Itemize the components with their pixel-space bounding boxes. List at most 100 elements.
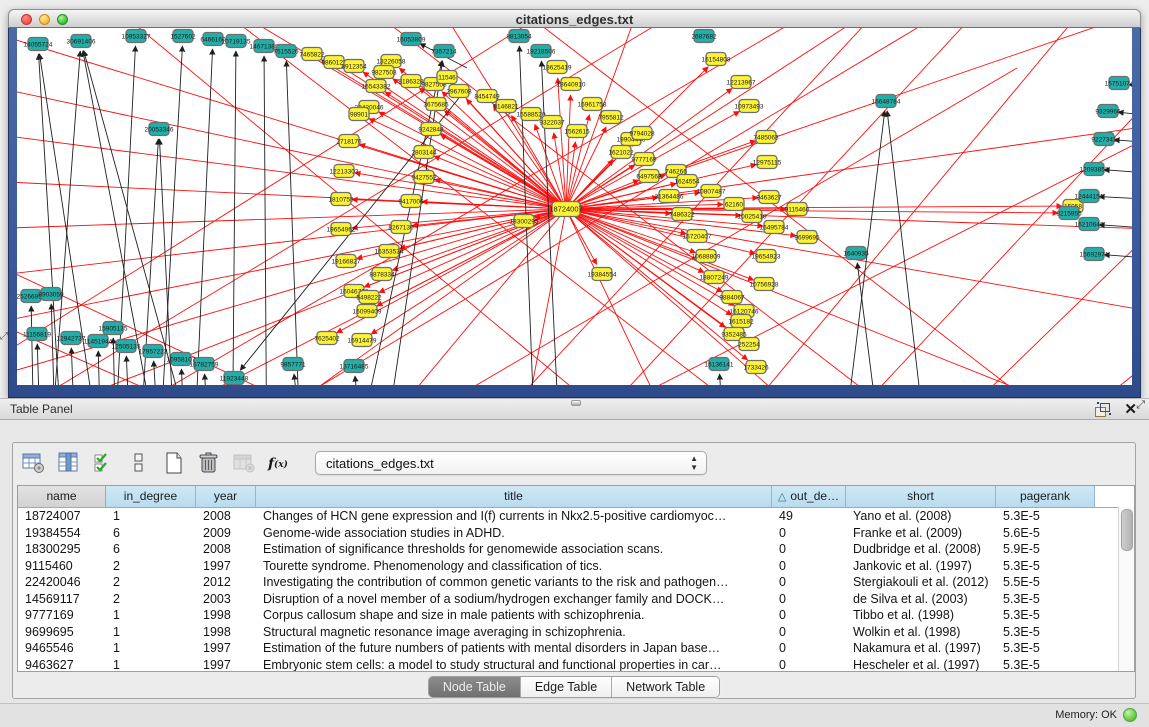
graph-node[interactable]: 12213967 (727, 76, 756, 89)
table-cell[interactable]: 5.3E-5 (996, 558, 1095, 575)
table-cell[interactable]: Disruption of a novel member of a sodium… (256, 591, 772, 608)
graph-node[interactable]: 9115460 (785, 203, 810, 216)
graph-node[interactable]: 13716485 (340, 360, 369, 373)
show-columns-button[interactable] (56, 450, 82, 476)
graph-node[interactable]: 8813054 (506, 30, 532, 43)
graph-node[interactable]: 9857771 (280, 358, 306, 371)
table-selector[interactable]: citations_edges.txt ▲▼ (315, 451, 707, 475)
memory-ok-indicator[interactable] (1123, 708, 1137, 722)
graph-node[interactable]: 7515526 (273, 45, 299, 58)
table-cell[interactable]: Tibbo et al. (1998) (846, 607, 996, 624)
graph-node[interactable]: 16053809 (397, 33, 426, 46)
table-cell[interactable]: Dudbridge et al. (2008) (846, 541, 996, 558)
table-row[interactable]: 946554611997Estimation of the future num… (18, 640, 1134, 657)
table-row[interactable]: 969969511998Structural magnetic resonanc… (18, 624, 1134, 641)
table-cell[interactable]: 0 (772, 541, 846, 558)
row-height-button[interactable] (126, 450, 152, 476)
table-cell[interactable]: 9699695 (18, 624, 106, 641)
graph-node[interactable]: 1733426 (743, 361, 769, 374)
table-cell[interactable]: de Silva et al. (2003) (846, 591, 996, 608)
graph-node[interactable]: 30691406 (67, 35, 96, 48)
table-cell[interactable]: 22420046 (18, 574, 106, 591)
graph-node[interactable]: 18640910 (557, 78, 586, 91)
table-cell[interactable]: Jankovic et al. (1997) (846, 558, 996, 575)
graph-node[interactable]: 9242848 (418, 123, 444, 136)
table-cell[interactable]: 1997 (196, 640, 256, 657)
graph-node[interactable]: 1640935 (843, 247, 869, 260)
node-table-tab[interactable]: Node Table (429, 677, 521, 697)
column-header-year[interactable]: year (196, 486, 256, 507)
table-cell[interactable]: 2003 (196, 591, 256, 608)
column-header-indegree[interactable]: in_degree (106, 486, 196, 507)
graph-node[interactable]: 8903059 (38, 288, 64, 301)
column-header-title[interactable]: title (256, 486, 772, 507)
function-builder-button[interactable]: f(x) (266, 450, 292, 476)
graph-node[interactable]: 9427552 (411, 171, 437, 184)
table-cell[interactable]: Corpus callosum shape and size in male p… (256, 607, 772, 624)
table-cell[interactable]: 1 (106, 624, 196, 641)
graph-node[interactable]: 16099409 (353, 305, 382, 318)
table-cell[interactable]: Investigating the contribution of common… (256, 574, 772, 591)
table-row[interactable]: 977716911998Corpus callosum shape and si… (18, 607, 1134, 624)
graph-node[interactable]: 10756928 (750, 278, 779, 291)
graph-node[interactable]: 11156819 (23, 328, 51, 341)
graph-node[interactable]: 62160 (724, 198, 744, 211)
network-canvas[interactable]: 1872400774658229860123891235413226058982… (17, 28, 1132, 385)
table-cell[interactable]: 19384554 (18, 525, 106, 542)
table-cell[interactable]: 5.3E-5 (996, 640, 1095, 657)
table-row[interactable]: 1456911722003Disruption of a novel membe… (18, 591, 1134, 608)
graph-node[interactable]: 12505135 (112, 340, 141, 353)
graph-node[interactable]: 12942737 (57, 332, 86, 345)
graph-node[interactable]: 9777169 (631, 153, 657, 166)
graph-node[interactable]: 7625402 (314, 332, 340, 345)
graph-node[interactable]: 15692971 (1080, 248, 1109, 261)
table-cell[interactable]: 5.3E-5 (996, 508, 1095, 525)
table-row[interactable]: 1872400712008Changes of HCN gene express… (18, 508, 1134, 525)
table-cell[interactable]: 9463627 (18, 657, 106, 673)
graph-node[interactable]: 3675685 (423, 98, 449, 111)
graph-node[interactable]: 9884067 (719, 291, 745, 304)
table-cell[interactable]: 5.3E-5 (996, 624, 1095, 641)
table-cell[interactable]: Estimation of significance thresholds fo… (256, 541, 772, 558)
table-cell[interactable]: 1997 (196, 657, 256, 673)
table-cell[interactable]: 18724007 (18, 508, 106, 525)
graph-node[interactable]: 12093852 (1080, 163, 1109, 176)
graph-node[interactable]: 7486322 (669, 208, 695, 221)
graph-node[interactable]: 19218506 (527, 45, 556, 58)
float-panel-icon[interactable] (1095, 402, 1111, 417)
table-cell[interactable]: 18300295 (18, 541, 106, 558)
citation-graph[interactable]: 1872400774658229860123891235413226058982… (17, 28, 1132, 385)
graph-node[interactable]: 12444151 (1075, 190, 1104, 203)
graph-node[interactable]: 6497568 (636, 170, 662, 183)
graph-node[interactable]: 8186328 (398, 75, 424, 88)
table-cell[interactable]: 2 (106, 591, 196, 608)
graph-node[interactable]: 7357214 (431, 45, 457, 58)
graph-node[interactable]: 9794028 (629, 127, 655, 140)
graph-node[interactable]: 9227341 (1091, 133, 1117, 146)
new-column-button[interactable] (161, 450, 187, 476)
table-cell[interactable]: 1 (106, 508, 196, 525)
table-cell[interactable]: 14569117 (18, 591, 106, 608)
table-cell[interactable]: 0 (772, 525, 846, 542)
table-cell[interactable]: Stergiakouli et al. (2012) (846, 574, 996, 591)
table-cell[interactable]: 2009 (196, 525, 256, 542)
graph-node[interactable]: 9417006 (398, 195, 424, 208)
graph-node[interactable]: 12975115 (753, 156, 782, 169)
graph-node[interactable]: 15720407 (683, 230, 712, 243)
graph-node[interactable]: 10953327 (122, 30, 151, 43)
table-cell[interactable]: 9777169 (18, 607, 106, 624)
table-row[interactable]: 2242004622012Investigating the contribut… (18, 574, 1134, 591)
graph-node[interactable]: 1562615 (564, 125, 590, 138)
edge-table-tab[interactable]: Edge Table (521, 677, 612, 697)
graph-node[interactable]: 10973493 (735, 100, 764, 113)
graph-node[interactable]: 98901 (349, 108, 369, 121)
table-cell[interactable]: Wolkin et al. (1998) (846, 624, 996, 641)
graph-node[interactable]: 10025418 (738, 210, 767, 223)
graph-node[interactable]: 2803144 (411, 146, 437, 159)
graph-node[interactable]: 1621022 (608, 146, 634, 159)
table-vertical-scrollbar[interactable] (1118, 507, 1134, 671)
graph-node[interactable]: 16136141 (705, 358, 734, 371)
graph-node[interactable]: 16648784 (872, 95, 901, 108)
graph-node[interactable]: 8267130 (388, 221, 414, 234)
graph-node[interactable]: 9329966 (1095, 105, 1121, 118)
